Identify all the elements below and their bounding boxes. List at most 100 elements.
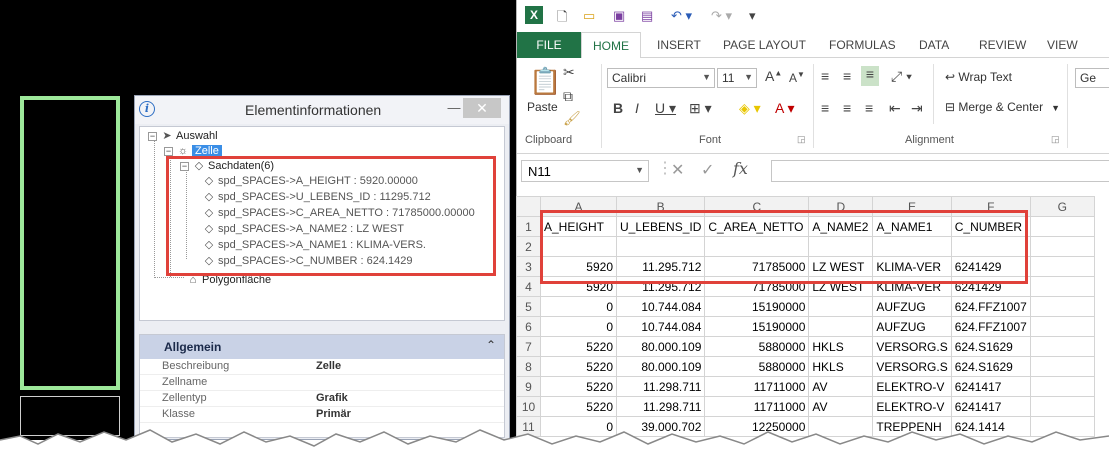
row-header[interactable]: 9 (516, 376, 541, 397)
copy-icon[interactable]: ⧉ (563, 88, 573, 105)
sheet-cell[interactable]: 624.S1629 (950, 356, 1031, 377)
property-row[interactable]: Zellname (140, 375, 504, 391)
sheet-cell[interactable]: 5220 (540, 336, 617, 357)
decrease-indent-icon[interactable]: ⇤ (889, 100, 901, 117)
sheet-cell[interactable]: 10.744.084 (615, 296, 706, 317)
sheet-cell[interactable]: 11.298.711 (615, 376, 706, 397)
sheet-cell[interactable]: HKLS (808, 336, 874, 357)
sheet-cell[interactable]: 6241417 (950, 376, 1031, 397)
customize-toolbar-icon[interactable]: ▾ (749, 8, 756, 24)
alignment-dialog-launcher-icon[interactable]: ◲ (1051, 134, 1060, 145)
sheet-cell[interactable]: 624.FFZ1007 (950, 296, 1031, 317)
panel-titlebar[interactable]: i Elementinformationen — ✕ (135, 96, 509, 124)
sheet-cell[interactable]: ELEKTRO-V (872, 376, 952, 397)
sheet-cell[interactable] (808, 296, 874, 317)
merge-center-button[interactable]: ⊟ Merge & Center ▼ (945, 100, 1060, 114)
property-row[interactable]: Zellentyp Grafik (140, 391, 504, 407)
orientation-icon[interactable]: ⤢ ▾ (891, 68, 912, 85)
align-left-icon[interactable]: ≡ (821, 100, 829, 116)
minimize-icon[interactable]: — (445, 100, 463, 116)
align-bottom-icon[interactable]: ≡ (861, 66, 879, 86)
borders-icon[interactable]: ⊞ ▾ (689, 100, 712, 117)
sheet-cell[interactable]: HKLS (808, 356, 874, 377)
collapse-caret-icon[interactable]: ⌃ (486, 338, 496, 352)
row-header[interactable]: 8 (516, 356, 541, 377)
sheet-cell[interactable] (1029, 336, 1095, 357)
sheet-cell[interactable]: AUFZUG (872, 316, 952, 337)
cancel-icon[interactable]: ✕ (671, 160, 684, 180)
sheet-cell[interactable]: VERSORG.S (872, 336, 952, 357)
sheet-cell[interactable] (1029, 356, 1095, 377)
sheet-cell[interactable]: 5880000 (704, 356, 810, 377)
sheet-cell[interactable]: 11.298.711 (615, 396, 706, 417)
sheet-cell[interactable] (1029, 256, 1095, 277)
formula-input[interactable] (771, 160, 1109, 182)
sheet-cell[interactable] (1029, 276, 1095, 297)
sheet-cell[interactable]: 0 (540, 316, 617, 337)
sheet-cell[interactable]: 624.FFZ1007 (950, 316, 1031, 337)
sheet-cell[interactable]: 5880000 (704, 336, 810, 357)
tab-page-layout[interactable]: PAGE LAYOUT (723, 38, 806, 52)
align-right-icon[interactable]: ≡ (865, 100, 873, 116)
column-header[interactable]: G (1029, 196, 1095, 217)
sheet-cell[interactable] (1029, 296, 1095, 317)
wrap-text-button[interactable]: ↩ Wrap Text (945, 70, 1012, 84)
sheet-cell[interactable] (808, 316, 874, 337)
number-format-select[interactable]: Ge (1075, 68, 1109, 88)
sheet-cell[interactable] (1029, 216, 1095, 237)
font-dialog-launcher-icon[interactable]: ◲ (797, 134, 806, 145)
section-header-allgemein[interactable]: Allgemein ⌃ (140, 335, 504, 359)
sheet-cell[interactable] (1029, 236, 1095, 257)
collapse-icon[interactable]: − (148, 131, 157, 141)
sheet-cell[interactable]: 5220 (540, 356, 617, 377)
sheet-cell[interactable]: AV (808, 396, 874, 417)
select-all-corner[interactable] (516, 196, 541, 217)
sheet-cell[interactable]: 15190000 (704, 316, 810, 337)
save-as-icon[interactable]: ▤ (641, 8, 653, 24)
tab-file[interactable]: FILE (517, 32, 581, 58)
sheet-cell[interactable]: 10.744.084 (615, 316, 706, 337)
fill-color-icon[interactable]: ◈ ▾ (739, 100, 761, 117)
underline-icon[interactable]: U ▾ (655, 100, 676, 117)
grow-font-icon[interactable]: A▲ (765, 68, 782, 84)
sheet-cell[interactable]: 11711000 (704, 396, 810, 417)
name-box[interactable]: N11 ▼ (521, 160, 649, 182)
cut-icon[interactable]: ✂ (563, 64, 575, 81)
shrink-font-icon[interactable]: A▼ (789, 70, 805, 85)
row-header[interactable]: 10 (516, 396, 541, 417)
property-row[interactable]: Beschreibung Zelle (140, 359, 504, 375)
font-color-icon[interactable]: A ▾ (775, 100, 794, 117)
close-button[interactable]: ✕ (463, 98, 501, 118)
italic-icon[interactable]: I (635, 100, 639, 116)
tab-insert[interactable]: INSERT (657, 38, 701, 52)
tab-data[interactable]: DATA (919, 38, 949, 52)
sheet-cell[interactable]: 80.000.109 (615, 336, 706, 357)
undo-icon[interactable]: ↶ ▾ (671, 8, 692, 24)
sheet-cell[interactable]: 6241417 (950, 396, 1031, 417)
sheet-cell[interactable]: 11711000 (704, 376, 810, 397)
collapse-icon[interactable]: − (164, 146, 173, 156)
tab-view[interactable]: VIEW (1047, 38, 1078, 52)
row-header[interactable]: 3 (516, 256, 541, 277)
new-file-icon[interactable]: 🗋 (557, 8, 567, 30)
sheet-cell[interactable]: 15190000 (704, 296, 810, 317)
sheet-cell[interactable]: AV (808, 376, 874, 397)
row-header[interactable]: 7 (516, 336, 541, 357)
tab-home[interactable]: HOME (581, 32, 641, 59)
bold-icon[interactable]: B (613, 100, 623, 116)
sheet-cell[interactable]: 5220 (540, 376, 617, 397)
tab-review[interactable]: REVIEW (979, 38, 1026, 52)
font-name-select[interactable]: Calibri ▼ (607, 68, 715, 88)
sheet-cell[interactable]: ELEKTRO-V (872, 396, 952, 417)
tree-node-auswahl[interactable]: − ➤ Auswahl (148, 129, 218, 144)
row-header[interactable]: 1 (516, 216, 541, 237)
row-header[interactable]: 4 (516, 276, 541, 297)
sheet-cell[interactable] (1029, 396, 1095, 417)
font-size-select[interactable]: 11 ▼ (717, 68, 757, 88)
align-center-icon[interactable]: ≡ (843, 100, 851, 116)
row-header[interactable]: 5 (516, 296, 541, 317)
sheet-cell[interactable]: 5220 (540, 396, 617, 417)
redo-icon[interactable]: ↷ ▾ (711, 8, 732, 24)
row-header[interactable]: 2 (516, 236, 541, 257)
sheet-cell[interactable]: AUFZUG (872, 296, 952, 317)
